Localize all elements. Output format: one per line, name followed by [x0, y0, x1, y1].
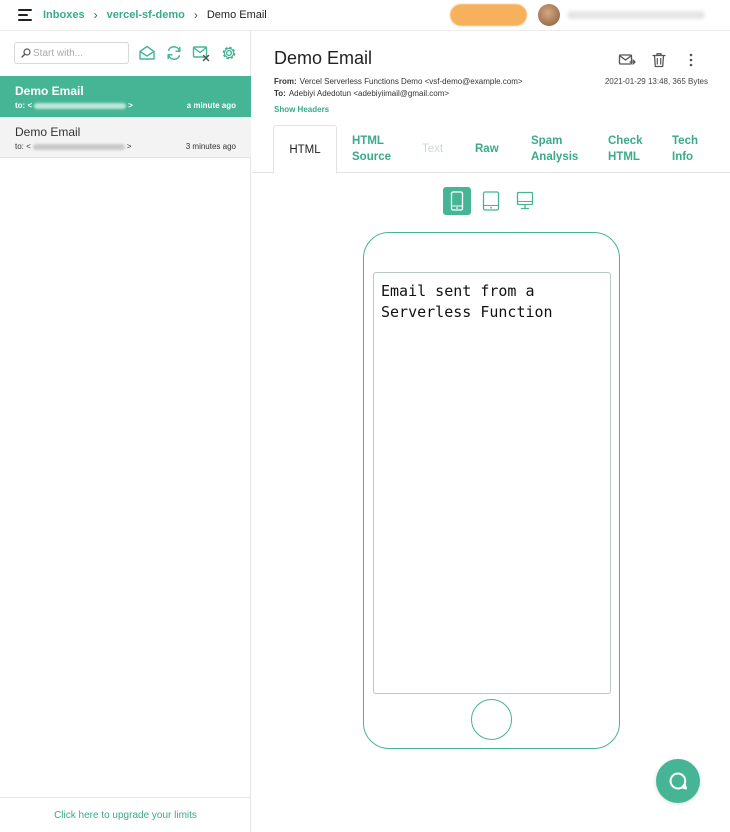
- tab-label: HTML Source: [352, 135, 391, 163]
- gear-icon[interactable]: [220, 44, 238, 62]
- message-meta: to: < > a minute ago: [15, 101, 236, 111]
- phone-icon: [450, 191, 464, 211]
- desktop-icon: [516, 191, 534, 210]
- desktop-view-button[interactable]: [511, 187, 539, 215]
- view-tabs: HTML HTML Source Text Raw Spam Analysis Ch…: [252, 125, 730, 174]
- phone-home-button: [471, 699, 512, 740]
- show-headers-link[interactable]: Show Headers: [274, 105, 329, 114]
- breadcrumb-separator: ›: [193, 8, 198, 22]
- list-item-message-1[interactable]: Demo Email to: < > a minute ago: [0, 76, 251, 117]
- help-chat-button[interactable]: [656, 759, 700, 803]
- message-recipient: to: < >: [15, 101, 133, 111]
- email-title: Demo Email: [274, 48, 373, 68]
- tab-text: Text: [422, 125, 443, 173]
- message-time: 3 minutes ago: [185, 142, 236, 151]
- avatar[interactable]: [538, 4, 560, 26]
- chat-help-icon: [669, 772, 687, 790]
- tablet-icon: [482, 191, 500, 211]
- message-subject: Demo Email: [15, 125, 81, 139]
- tab-label: Text: [422, 143, 444, 155]
- email-body-text: Email sent from a Serverless Function: [381, 282, 553, 321]
- breadcrumb-inboxes-link[interactable]: Inboxes: [43, 9, 85, 21]
- message-time: a minute ago: [186, 101, 236, 110]
- account-name-redacted[interactable]: [567, 11, 705, 19]
- upgrade-limits-link[interactable]: Click here to upgrade your limits: [0, 797, 251, 832]
- message-subject: Demo Email: [15, 84, 84, 98]
- envelope-open-icon[interactable]: [138, 44, 156, 62]
- search-input[interactable]: [33, 45, 127, 61]
- tab-tech-info[interactable]: Tech Info: [672, 125, 698, 173]
- email-to: To: Adebiyi Adedotun <adebiyiimail@gmail.…: [274, 89, 449, 98]
- tab-check-html[interactable]: Check HTML: [608, 125, 643, 173]
- email-from: From: Vercel Serverless Functions Demo <v…: [274, 77, 523, 86]
- hamburger-menu-icon[interactable]: [18, 9, 32, 21]
- more-vertical-icon[interactable]: [682, 51, 700, 69]
- tab-spam-analysis[interactable]: Spam Analysis: [531, 125, 578, 173]
- tab-label: Raw: [475, 143, 499, 155]
- message-meta: to: < > 3 minutes ago: [15, 142, 236, 152]
- breadcrumb-current: Demo Email: [206, 9, 267, 21]
- tab-label: Check HTML: [608, 135, 643, 163]
- tab-label: Tech Info: [672, 135, 698, 163]
- from-label: From:: [274, 77, 297, 86]
- email-preview-screen: Email sent from a Serverless Function: [373, 272, 611, 694]
- top-bar: Inboxes › vercel-sf-demo › Demo Email: [0, 0, 730, 31]
- recipient-suffix: >: [126, 142, 132, 151]
- email-view: Demo Email From: Vercel Serverless Functi…: [252, 31, 730, 832]
- phone-view-button[interactable]: [443, 187, 471, 215]
- search-box: [14, 42, 129, 64]
- from-value: Vercel Serverless Functions Demo <vsf-de…: [299, 77, 523, 86]
- to-value: Adebiyi Adedotun <adebiyiimail@gmail.com…: [288, 89, 450, 98]
- recipient-suffix: >: [128, 101, 133, 110]
- tab-label: HTML: [289, 143, 321, 156]
- tab-html-source[interactable]: HTML Source: [352, 125, 391, 173]
- recipient-redacted: [34, 103, 127, 109]
- phone-preview-frame: Email sent from a Serverless Function: [363, 232, 620, 749]
- list-item-message-2[interactable]: Demo Email to: < > 3 minutes ago: [0, 117, 251, 158]
- tab-raw[interactable]: Raw: [475, 125, 499, 173]
- recipient-prefix: to: <: [15, 142, 31, 151]
- clear-inbox-icon[interactable]: [192, 44, 210, 62]
- refresh-icon[interactable]: [165, 44, 183, 62]
- breadcrumb-inbox-link[interactable]: vercel-sf-demo: [107, 9, 185, 21]
- message-recipient: to: < >: [15, 142, 131, 152]
- breadcrumb: Inboxes › vercel-sf-demo › Demo Email: [43, 8, 267, 22]
- sidebar: Demo Email to: < > a minute ago Demo Ema…: [0, 31, 251, 832]
- trash-icon[interactable]: [650, 51, 668, 69]
- tab-html[interactable]: HTML: [273, 125, 337, 174]
- search-icon: [21, 48, 31, 58]
- forward-mail-icon[interactable]: [618, 51, 636, 69]
- tablet-view-button[interactable]: [477, 187, 505, 215]
- recipient-prefix: to: <: [15, 101, 33, 110]
- to-label: To:: [274, 89, 286, 98]
- recipient-redacted: [32, 144, 125, 150]
- breadcrumb-separator: ›: [93, 8, 98, 22]
- tab-label: Spam Analysis: [531, 135, 579, 163]
- email-date-size: 2021-01-29 13:48, 365 Bytes: [604, 77, 708, 86]
- upgrade-button[interactable]: [450, 4, 527, 26]
